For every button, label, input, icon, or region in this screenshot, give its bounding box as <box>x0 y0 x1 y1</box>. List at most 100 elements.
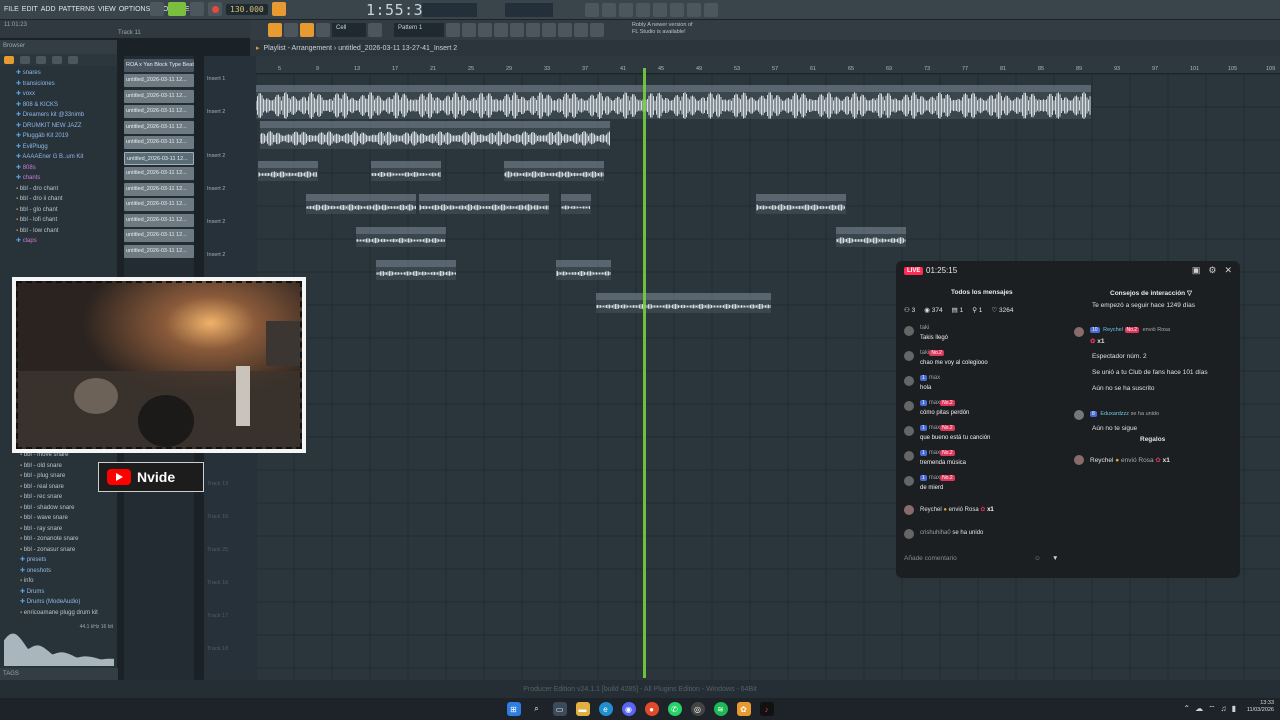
battery-icon[interactable]: ▮ <box>1232 704 1236 714</box>
menu-file[interactable]: FILE <box>4 6 19 13</box>
menu-add[interactable]: ADD <box>41 6 56 13</box>
pattern-item[interactable]: untitled_2026-03-11 12... <box>124 167 194 180</box>
bolt-view-icon[interactable] <box>590 23 604 37</box>
undo-icon[interactable] <box>585 3 599 17</box>
browser-item[interactable]: ✚ Drums (ModeAudio) <box>20 597 118 608</box>
obs-icon[interactable]: ◎ <box>690 702 705 716</box>
pattern-item[interactable]: ROA x Yan Block Type Beat <box>124 58 194 72</box>
audio-clip[interactable]: untitled_2026-...0-27_Insert 2 <box>504 161 604 181</box>
browser-item[interactable]: ✚ Dreamers kit @33nimb <box>16 110 117 121</box>
paint-tool-icon[interactable] <box>300 23 314 37</box>
browser-item[interactable]: ✚ Drums <box>20 587 118 598</box>
audio-clip[interactable]: untitl...rt 2 <box>561 194 591 214</box>
piano-view-icon[interactable] <box>494 23 508 37</box>
chat-username[interactable]: taki <box>920 350 929 356</box>
chat-username[interactable]: max <box>929 400 940 406</box>
browser-item[interactable]: ▪ bbl - rec snare <box>20 492 118 503</box>
search-icon[interactable]: ⌕ <box>530 702 544 716</box>
piano-roll-icon[interactable] <box>636 3 650 17</box>
track-header[interactable]: Insert 2 <box>204 186 256 192</box>
browser-item[interactable]: ✚ AAAAEner G B..um Kit <box>16 152 117 163</box>
browser-item[interactable]: ✚ voxx <box>16 89 117 100</box>
pattern-item[interactable]: untitled_2026-03-11 12... <box>124 182 194 196</box>
tuner-icon[interactable] <box>602 3 616 17</box>
audio-clip[interactable]: untitled_2026-...26_Insert 2 <box>371 161 441 181</box>
browser-item[interactable]: ✚ transiciones <box>16 79 117 90</box>
plugin-view-icon[interactable] <box>526 23 540 37</box>
plus-icon[interactable] <box>446 23 460 37</box>
stop-button[interactable] <box>190 2 204 16</box>
settings-icon[interactable]: ⚙ <box>1208 265 1216 276</box>
pattern-item[interactable]: untitled_2026-03-11 12... <box>124 136 194 149</box>
join-card-name[interactable]: Eduxardzzz <box>1100 411 1129 417</box>
close-icon[interactable]: ✕ <box>1224 265 1232 276</box>
track-header[interactable]: Track 13 <box>204 481 256 487</box>
snap-select[interactable]: Cell <box>332 23 366 37</box>
browser-item[interactable]: ▪ bbl - shadow snare <box>20 503 118 514</box>
plugin-icon[interactable] <box>687 3 701 17</box>
comment-input[interactable]: Añade comentario ☺ ▼ <box>904 555 1064 562</box>
audio-clip[interactable]: untitled_2026-...0-09-27_Insert 2 <box>376 260 456 280</box>
browser-item[interactable]: ▪ bbl - lofi chant <box>16 215 117 226</box>
browser-item[interactable]: ▪ enricoamane plugg drum kit <box>20 608 118 619</box>
browser-item[interactable]: ✚ DRUMKIT NEW JAZZ <box>16 121 117 132</box>
filter-icon[interactable]: ▼ <box>1052 555 1058 562</box>
audio-clip[interactable]: ROA x Yan Block Type Beat - BLAM BLAM - … <box>256 85 1091 119</box>
browser-item[interactable]: ✚ Pluggäb Kit 2019 <box>16 131 117 142</box>
chrome-icon[interactable]: ● <box>644 702 659 716</box>
playhead[interactable] <box>643 68 646 678</box>
audio-clip[interactable]: untitled_2026-...30_Insert 2 <box>756 194 846 214</box>
pattern-item[interactable]: untitled_2026-03-11 12... <box>124 74 194 87</box>
browser-menu-icon[interactable] <box>4 56 14 64</box>
browser-item[interactable]: ✚ EvilPlugg <box>16 142 117 153</box>
chat-username[interactable]: max <box>929 425 940 431</box>
play-button[interactable] <box>168 2 186 16</box>
speaker-icon[interactable]: ♫ <box>1221 704 1227 714</box>
browser-item[interactable]: ▪ bbl - low chant <box>16 226 117 237</box>
typing-keyboard-button[interactable] <box>271 2 286 16</box>
track-header[interactable]: Track 16 <box>204 514 256 520</box>
audio-clip[interactable]: untitled_2...Insert 2 <box>258 161 318 181</box>
metronome-button[interactable] <box>150 2 164 16</box>
browser-item[interactable]: ▪ bbl - ray snare <box>20 524 118 535</box>
audio-clip[interactable]: untitled_2026-03-...34-40_Insert 2 <box>306 194 416 214</box>
menu-patterns[interactable]: PATTERNS <box>59 6 95 13</box>
playlist-menu-icon[interactable]: ▸ <box>256 44 260 52</box>
edge-icon[interactable]: e <box>598 702 613 716</box>
user-card-name[interactable]: Reychel <box>1103 327 1123 333</box>
back-icon[interactable] <box>20 56 30 64</box>
track-header[interactable]: Track 25 <box>204 547 256 553</box>
track-header[interactable]: Insert 2 <box>204 219 256 225</box>
channel-view-icon[interactable] <box>478 23 492 37</box>
track-header[interactable]: Insert 2 <box>204 109 256 115</box>
spotify-icon[interactable]: ≋ <box>713 702 728 716</box>
pattern-item[interactable]: untitled_2026-03-11 12... <box>124 105 194 118</box>
magnet-icon[interactable] <box>316 23 330 37</box>
browser-item[interactable]: ▪ bbl - dro chant <box>16 184 117 195</box>
track-header[interactable]: Insert 2 <box>204 153 256 159</box>
browser-item[interactable]: ▪ bbl - glo chant <box>16 205 117 216</box>
audio-clip[interactable]: untitled_2026-03-11 13-27-41_Insert 2 <box>596 293 771 313</box>
track-header[interactable]: Track 17 <box>204 613 256 619</box>
track-header[interactable]: Track 16 <box>204 580 256 586</box>
timeline-ruler[interactable]: 5 9 13 17 21 25 29 33 37 41 45 49 53 57 61 65 69 73 77 81 85… <box>256 56 1280 74</box>
audio-clip[interactable]: untitled_2...Insert 2 <box>356 227 446 247</box>
playlist-view-icon[interactable] <box>510 23 524 37</box>
browser-item[interactable]: ✚ 808s <box>16 163 117 174</box>
tiktok-icon[interactable]: ♪ <box>759 702 774 716</box>
browser-item[interactable]: ▪ bbl - wave snare <box>20 513 118 524</box>
browser-item[interactable]: ▪ bbl - zonasur snare <box>20 545 118 556</box>
pattern-item[interactable]: untitled_2026-03-11 12... <box>124 198 194 211</box>
pattern-item[interactable]: untitled_2026-03-11 12... <box>124 244 194 258</box>
windows-start-icon[interactable]: ⊞ <box>506 702 521 716</box>
pattern-select[interactable]: Pattern 1 <box>394 23 444 37</box>
audio-clip[interactable]: untitled_2026-...0-09-27_Insert 2 <box>836 227 906 247</box>
browser-item[interactable]: ✚ presets <box>20 555 118 566</box>
track-header[interactable]: Track 18 <box>204 646 256 652</box>
record-button[interactable] <box>208 2 222 16</box>
pattern-item[interactable]: untitled_2026-03-11 12... <box>124 213 194 227</box>
forward-icon[interactable] <box>36 56 46 64</box>
browser-item[interactable]: ✚ chants <box>16 173 117 184</box>
arrow-icon[interactable] <box>368 23 382 37</box>
fl-studio-icon[interactable]: ✿ <box>736 702 751 716</box>
